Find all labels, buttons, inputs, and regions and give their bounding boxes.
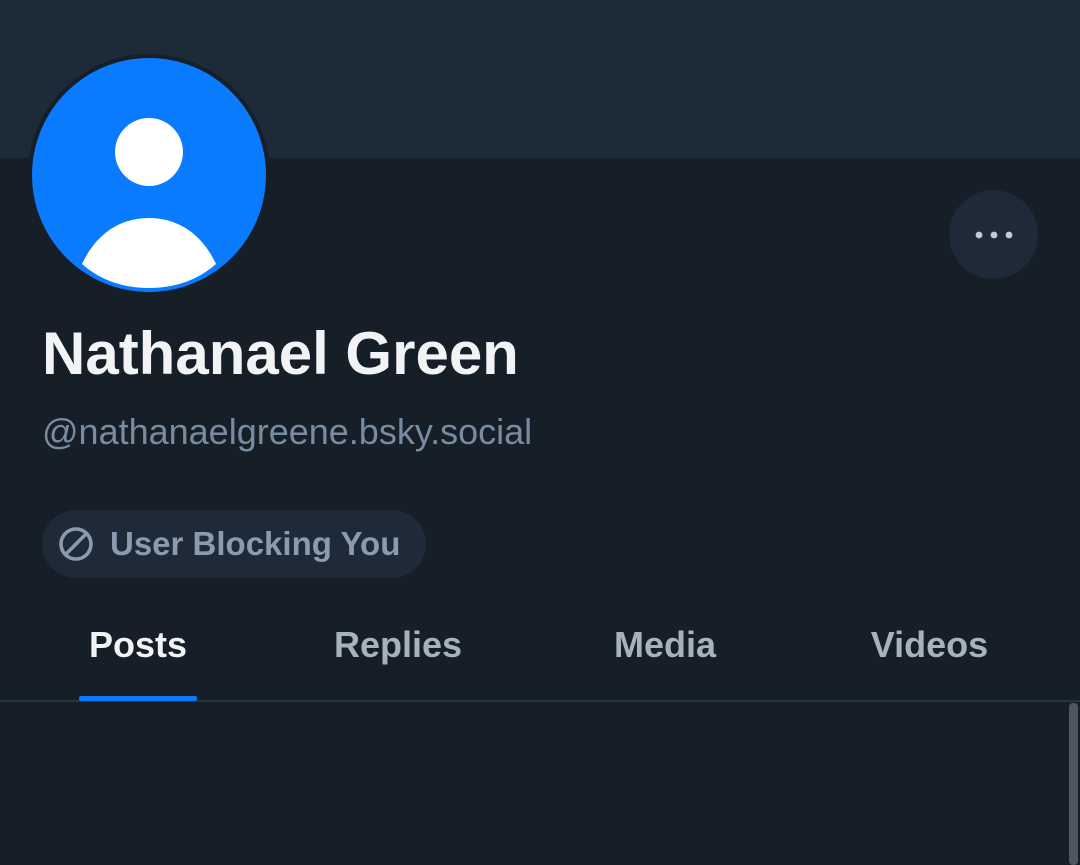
badge-label: User Blocking You [110,525,401,562]
ellipsis-icon [975,231,1012,238]
avatar[interactable] [28,54,270,296]
tab-posts[interactable]: Posts [79,590,197,700]
blocking-status-badge[interactable]: User Blocking You [42,510,427,578]
tab-replies[interactable]: Replies [318,590,478,700]
default-avatar-icon [32,58,266,292]
block-icon [58,526,94,562]
more-options-button[interactable] [949,190,1038,279]
profile-tabs: Posts Replies Media Videos [0,590,1080,702]
profile-handle: @nathanaelgreene.bsky.social [42,411,533,452]
active-tab-indicator [79,696,197,701]
tab-media[interactable]: Media [595,590,735,700]
scrollbar[interactable] [1069,703,1078,865]
display-name: Nathanael Green [42,320,519,387]
profile-page: Nathanael Green @nathanaelgreene.bsky.so… [0,0,1080,865]
tab-videos[interactable]: Videos [852,590,1007,700]
